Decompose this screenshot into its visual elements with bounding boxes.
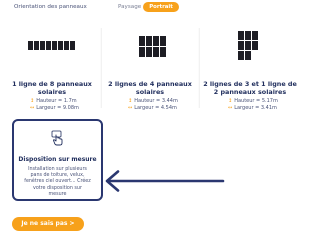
panel-layout-preview [238,31,258,60]
dont-know-button[interactable]: Je ne sais pas > [12,217,84,231]
height-spec: ↕ Hauteur = 5.17m [228,98,278,104]
width-spec: ↔ Largeur = 3.41m [228,105,277,111]
custom-layout-description: Installation sur plusieurs pans de toitu… [24,167,91,197]
orientation-option-portrait[interactable]: Portrait [143,2,179,12]
hand-pointer-icon [51,130,63,146]
layout-card-title: 2 lignes de 4 panneaux solaires [108,80,192,96]
width-spec: ↔ Largeur = 9.08m [30,105,79,111]
width-spec: ↔ Largeur = 4.54m [128,105,177,111]
layout-card-3-rows[interactable]: 2 lignes de 3 et 1 ligne de 2 panneaux s… [198,20,300,114]
arrows-vertical-icon: ↕ [128,98,133,104]
arrows-horizontal-icon: ↔ [228,105,233,111]
height-spec: ↕ Hauteur = 3.44m [128,98,178,104]
arrows-vertical-icon: ↕ [228,98,233,104]
arrows-horizontal-icon: ↔ [30,105,35,111]
custom-layout-title: Disposition sur mesure [18,156,97,163]
height-spec: ↕ Hauteur = 1.7m [30,98,77,104]
orientation-selector: Orientation des panneaux Paysage Portrai… [0,2,300,16]
layout-card-title: 1 ligne de 8 panneaux solaires [12,80,92,96]
panel-layout-preview [139,36,166,57]
custom-layout-card[interactable]: Disposition sur mesure Installation sur … [12,119,103,201]
orientation-option-paysage[interactable]: Paysage [118,4,141,10]
arrow-left-icon [105,170,225,192]
arrows-vertical-icon: ↕ [30,98,35,104]
arrows-horizontal-icon: ↔ [128,105,133,111]
layout-card-title: 2 lignes de 3 et 1 ligne de 2 panneaux s… [203,80,297,96]
panel-layout-preview [28,41,75,50]
orientation-label: Orientation des panneaux [14,4,87,10]
layout-card-1-row-8[interactable]: 1 ligne de 8 panneaux solaires ↕ Hauteur … [4,20,100,114]
layout-card-2-rows-4[interactable]: 2 lignes de 4 panneaux solaires ↕ Hauteur… [100,20,198,114]
